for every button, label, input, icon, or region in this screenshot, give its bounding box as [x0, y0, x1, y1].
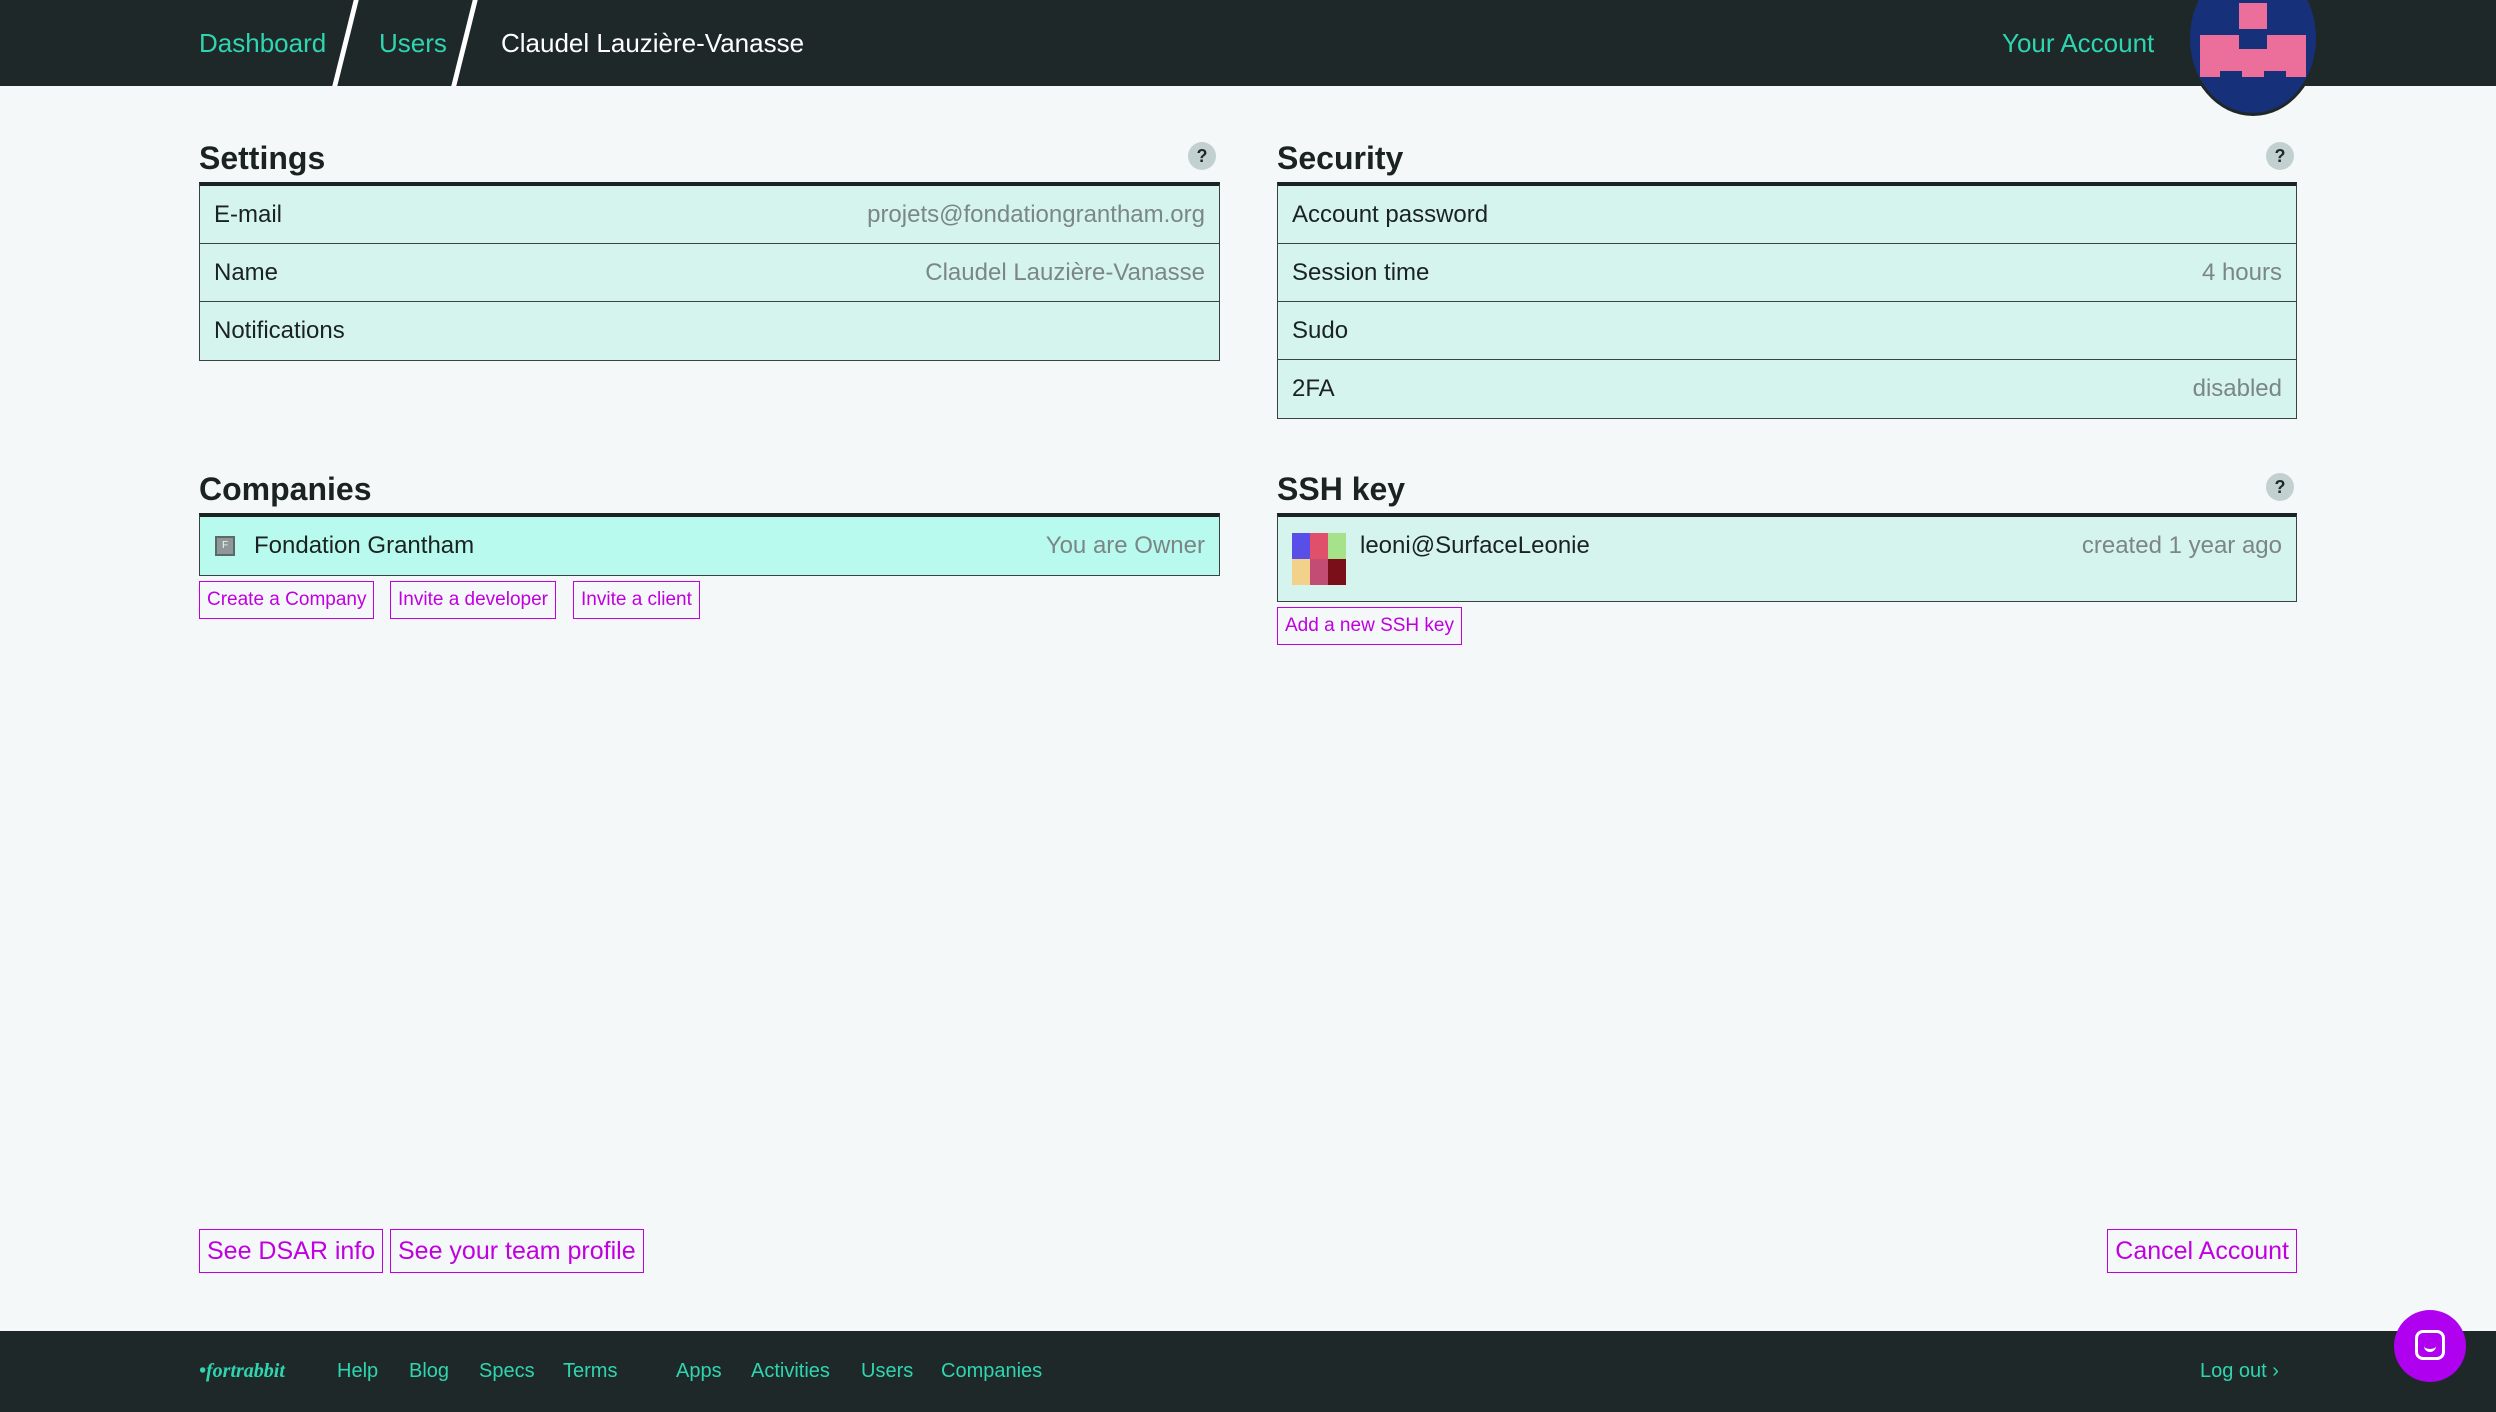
settings-row-notifications[interactable]: Notifications — [200, 302, 1219, 360]
2fa-label: 2FA — [1292, 375, 1335, 402]
fortrabbit-logo[interactable]: •fortrabbit — [199, 1331, 285, 1412]
invite-client-button[interactable]: Invite a client — [573, 581, 700, 619]
ssh-key-created: created 1 year ago — [2081, 532, 2282, 559]
footer-nav-activities[interactable]: Activities — [751, 1331, 830, 1412]
security-row-password[interactable]: Account password — [1278, 186, 2296, 244]
notifications-label: Notifications — [214, 317, 345, 344]
sudo-label: Sudo — [1292, 317, 1349, 344]
top-navigation-bar: Dashboard Users Claudel Lauzière-Vanasse… — [0, 0, 2496, 116]
ssh-key-title: SSH key — [1277, 471, 1406, 507]
security-row-sudo[interactable]: Sudo — [1278, 302, 2296, 360]
footer-link-help[interactable]: Help — [337, 1331, 378, 1412]
breadcrumb-users[interactable]: Users — [379, 0, 447, 86]
footer-link-terms[interactable]: Terms — [563, 1331, 617, 1412]
company-name: Fondation Grantham — [254, 532, 475, 559]
companies-table: F Fondation Grantham You are Owner — [199, 513, 1220, 576]
name-label: Name — [214, 259, 279, 286]
settings-title: Settings — [199, 140, 326, 176]
settings-help-icon[interactable]: ? — [1188, 142, 1216, 170]
logout-link[interactable]: Log out › — [2200, 1331, 2279, 1412]
footer-nav-companies[interactable]: Companies — [941, 1331, 1042, 1412]
security-row-session-time[interactable]: Session time 4 hours — [1278, 244, 2296, 302]
ssh-key-row[interactable]: leoni@SurfaceLeonie created 1 year ago — [1278, 517, 2296, 601]
ssh-key-identicon — [1292, 533, 1346, 585]
settings-row-name[interactable]: Name Claudel Lauzière-Vanasse — [200, 244, 1219, 302]
settings-row-email[interactable]: E-mail projets@fondationgrantham.org — [200, 186, 1219, 244]
security-table: Account password Session time 4 hours Su… — [1277, 182, 2297, 419]
session-time-label: Session time — [1292, 259, 1430, 286]
2fa-value: disabled — [2192, 375, 2282, 402]
cancel-account-button[interactable]: Cancel Account — [2107, 1229, 2297, 1273]
company-role: You are Owner — [1045, 532, 1205, 559]
ssh-key-table: leoni@SurfaceLeonie created 1 year ago — [1277, 513, 2297, 602]
ssh-help-icon[interactable]: ? — [2266, 473, 2294, 501]
footer-link-blog[interactable]: Blog — [409, 1331, 449, 1412]
chat-icon — [2415, 1330, 2445, 1360]
breadcrumb-separator — [332, 0, 359, 86]
footer: •fortrabbit Help Blog Specs Terms Apps A… — [0, 1331, 2496, 1412]
breadcrumb-dashboard[interactable]: Dashboard — [199, 0, 326, 86]
your-account-link[interactable]: Your Account — [2002, 0, 2154, 86]
security-help-icon[interactable]: ? — [2266, 142, 2294, 170]
companies-title: Companies — [199, 471, 372, 507]
email-value: projets@fondationgrantham.org — [867, 201, 1205, 228]
footer-link-specs[interactable]: Specs — [479, 1331, 535, 1412]
settings-table: E-mail projets@fondationgrantham.org Nam… — [199, 182, 1220, 361]
see-team-profile-button[interactable]: See your team profile — [390, 1229, 644, 1273]
user-avatar[interactable] — [2187, 0, 2319, 116]
invite-developer-button[interactable]: Invite a developer — [390, 581, 556, 619]
ssh-key-name: leoni@SurfaceLeonie — [1360, 532, 1590, 559]
breadcrumb-separator — [451, 0, 478, 86]
breadcrumb-current-user: Claudel Lauzière-Vanasse — [501, 28, 805, 58]
session-time-value: 4 hours — [2201, 259, 2282, 286]
account-password-label: Account password — [1292, 201, 1489, 228]
security-row-2fa[interactable]: 2FA disabled — [1278, 360, 2296, 418]
chat-launcher-button[interactable] — [2394, 1310, 2466, 1382]
see-dsar-info-button[interactable]: See DSAR info — [199, 1229, 384, 1273]
footer-nav-users[interactable]: Users — [861, 1331, 913, 1412]
security-title: Security — [1277, 140, 1404, 176]
company-icon: F — [215, 536, 235, 556]
email-label: E-mail — [214, 201, 283, 228]
create-company-button[interactable]: Create a Company — [199, 581, 375, 619]
name-value: Claudel Lauzière-Vanasse — [925, 259, 1205, 286]
company-row[interactable]: F Fondation Grantham You are Owner — [200, 517, 1219, 575]
footer-nav-apps[interactable]: Apps — [676, 1331, 722, 1412]
add-ssh-key-button[interactable]: Add a new SSH key — [1277, 607, 1462, 645]
